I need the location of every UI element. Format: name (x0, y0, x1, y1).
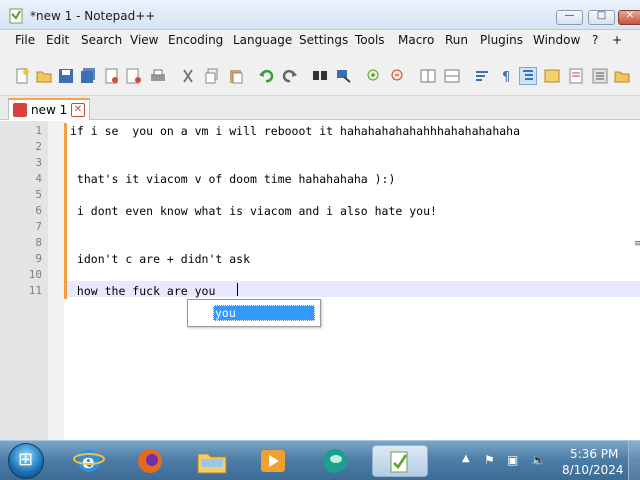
window-title: *new 1 - Notepad++ (30, 9, 156, 23)
taskbar: e ▲ ⚑ ▣ 🔈 (0, 440, 640, 480)
toolbar: ¶ (0, 52, 640, 96)
text-editor[interactable]: 1 2 3 4 5 6 7 8 9 10 11 if i se you on a… (0, 121, 640, 440)
save-all-icon[interactable] (80, 68, 96, 84)
replace-icon[interactable] (336, 68, 352, 84)
folder-workspace-icon[interactable] (614, 68, 630, 84)
firefox-icon[interactable] (133, 445, 167, 477)
new-file-icon[interactable] (14, 68, 30, 84)
menu-macro[interactable]: Macro (398, 33, 434, 47)
copy-icon[interactable] (204, 68, 220, 84)
close-all-icon[interactable] (126, 68, 142, 84)
code-line: that's it viacom v of doom time hahahaha… (70, 172, 396, 186)
menu-encoding[interactable]: Encoding (168, 33, 223, 47)
menu-view[interactable]: View (130, 33, 158, 47)
document-map-icon[interactable] (568, 68, 584, 84)
close-button[interactable]: ✕ (618, 10, 640, 25)
tab-label: new 1 (31, 103, 68, 117)
open-file-icon[interactable] (36, 68, 52, 84)
sync-vertical-icon[interactable] (420, 68, 436, 84)
show-desktop-button[interactable] (628, 441, 640, 480)
minimize-button[interactable]: — (556, 10, 583, 25)
internet-explorer-icon[interactable]: e (72, 445, 106, 477)
line-number-gutter: 1 2 3 4 5 6 7 8 9 10 11 (0, 121, 48, 440)
line-number: 8 (35, 236, 42, 249)
line-number: 5 (35, 188, 42, 201)
sync-horizontal-icon[interactable] (444, 68, 460, 84)
clock-time[interactable]: 5:36 PM (570, 447, 618, 461)
title-bar: *new 1 - Notepad++ — □ ✕ (0, 0, 640, 30)
autocomplete-popup: you (187, 299, 321, 327)
tab-bar: new 1 ✕ (0, 96, 640, 120)
new-tab-plus-button[interactable]: + (612, 33, 622, 47)
svg-text:e: e (82, 449, 95, 473)
svg-text:¶: ¶ (502, 70, 510, 84)
function-list-icon[interactable] (592, 68, 608, 84)
text-caret (237, 283, 238, 296)
network-icon[interactable]: ▣ (507, 453, 518, 467)
indent-guide-icon[interactable] (519, 67, 537, 85)
language-udl-icon[interactable] (544, 68, 560, 84)
cut-icon[interactable] (180, 68, 196, 84)
file-explorer-icon[interactable] (195, 445, 229, 477)
code-line: if i se you on a vm i will rebooot it ha… (70, 124, 521, 138)
menu-edit[interactable]: Edit (46, 33, 69, 47)
line-number: 9 (35, 252, 42, 265)
code-line: i dont even know what is viacom and i al… (70, 204, 437, 218)
menu-bar: File Edit Search View Encoding Language … (0, 30, 640, 65)
notepadpp-icon (390, 451, 408, 473)
line-number: 6 (35, 204, 42, 217)
line-number: 1 (35, 124, 42, 137)
fold-margin (48, 121, 64, 440)
undo-icon[interactable] (258, 68, 274, 84)
tray-expand-icon[interactable]: ▲ (462, 453, 470, 464)
menu-file[interactable]: File (15, 33, 35, 47)
change-history-marker (64, 123, 67, 299)
menu-language[interactable]: Language (233, 33, 292, 47)
scroll-indicator-icon: ≡ (634, 239, 640, 249)
zoom-out-icon[interactable] (390, 68, 406, 84)
volume-muted-icon[interactable]: 🔈 (531, 453, 546, 467)
line-number: 4 (35, 172, 42, 185)
autocomplete-item[interactable]: you (213, 305, 315, 321)
line-number: 3 (35, 156, 42, 169)
find-icon[interactable] (312, 68, 328, 84)
paste-icon[interactable] (228, 68, 244, 84)
menu-tools[interactable]: Tools (355, 33, 385, 47)
menu-search[interactable]: Search (81, 33, 122, 47)
action-center-flag-icon[interactable]: ⚑ (484, 453, 495, 467)
unsaved-file-icon (13, 103, 27, 117)
menu-help[interactable]: ? (592, 33, 598, 47)
maximize-button[interactable]: □ (588, 10, 615, 25)
notepadpp-taskbar-button[interactable] (372, 445, 428, 477)
save-icon[interactable] (58, 68, 74, 84)
browser-globe-icon[interactable] (318, 445, 352, 477)
clock-date[interactable]: 8/10/2024 (562, 463, 624, 477)
word-wrap-icon[interactable] (474, 68, 490, 84)
tab-new-1[interactable]: new 1 ✕ (8, 98, 90, 120)
media-player-icon[interactable] (256, 445, 290, 477)
close-file-icon[interactable] (104, 68, 120, 84)
line-number: 11 (28, 284, 42, 297)
print-icon[interactable] (150, 68, 166, 84)
code-line: idon't c are + didn't ask (70, 252, 251, 266)
redo-icon[interactable] (282, 68, 298, 84)
menu-run[interactable]: Run (445, 33, 468, 47)
menu-plugins[interactable]: Plugins (480, 33, 523, 47)
tab-close-icon[interactable]: ✕ (71, 103, 85, 117)
line-number: 10 (28, 268, 42, 281)
line-number: 7 (35, 220, 42, 233)
notepadpp-app-icon (9, 8, 23, 24)
menu-settings[interactable]: Settings (299, 33, 348, 47)
line-number: 2 (35, 140, 42, 153)
start-button[interactable] (8, 443, 44, 479)
menu-window[interactable]: Window (533, 33, 580, 47)
show-all-characters-icon[interactable]: ¶ (498, 68, 514, 84)
zoom-in-icon[interactable] (366, 68, 382, 84)
code-line: how the fuck are you (70, 284, 216, 298)
